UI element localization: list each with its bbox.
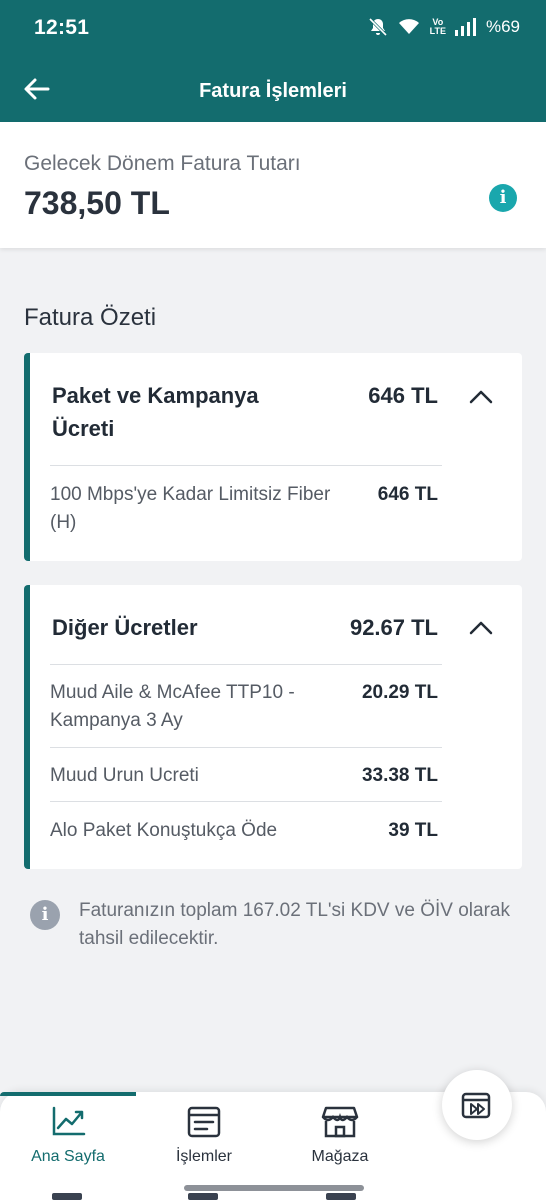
divider <box>50 664 442 665</box>
nav-home-label: Ana Sayfa <box>31 1148 105 1165</box>
media-button[interactable] <box>442 1070 512 1140</box>
app-bar: Fatura İşlemleri <box>0 60 546 122</box>
chart-trend-icon <box>52 1106 86 1136</box>
fee-item-value: 39 TL <box>388 820 438 841</box>
next-bill-amount: 738,50 TL <box>24 185 170 221</box>
fee-item-label: Muud Urun Ucreti <box>50 765 199 786</box>
fee-group-total: 92.67 TL <box>349 615 438 640</box>
next-bill-label: Gelecek Dönem Fatura Tutarı <box>24 152 301 175</box>
home-indicator[interactable] <box>184 1185 364 1191</box>
status-icons: Vo LTE %69 <box>368 17 520 37</box>
chevron-up-icon <box>469 390 493 404</box>
nav-transactions-label: İşlemler <box>175 1148 232 1165</box>
mute-icon <box>368 17 387 37</box>
invoice-list-icon <box>187 1106 221 1138</box>
store-icon <box>321 1106 359 1138</box>
fee-group-total: 646 TL <box>368 383 438 408</box>
nav-transactions[interactable]: İşlemler <box>136 1104 272 1166</box>
status-time: 12:51 <box>34 16 90 39</box>
page-title: Fatura İşlemleri <box>199 80 347 102</box>
next-bill-card: Gelecek Dönem Fatura Tutarı 738,50 TL i <box>0 122 546 248</box>
fee-item-label: 100 Mbps'ye Kadar Limitsiz Fiber (H) <box>50 484 331 533</box>
fee-group-package: Paket ve Kampanya Ücreti 646 TL 100 Mbps… <box>24 353 522 561</box>
tax-notice-text: Faturanızın toplam 167.02 TL'si KDV ve Ö… <box>79 900 510 949</box>
nav-peek <box>52 1193 82 1200</box>
chevron-up-icon <box>469 621 493 635</box>
status-bar: 12:51 Vo LTE %69 <box>0 0 546 60</box>
fee-group-title: Diğer Ücretler <box>52 615 198 640</box>
nav-store-label: Mağaza <box>311 1148 369 1165</box>
info-icon[interactable]: i <box>489 184 517 212</box>
divider <box>50 465 442 466</box>
nav-peek <box>188 1193 218 1200</box>
fee-item-value: 646 TL <box>377 484 438 505</box>
fee-item-label: Alo Paket Konuştukça Öde <box>50 820 278 841</box>
wifi-icon <box>398 19 419 34</box>
fee-item-label: Muud Aile & McAfee TTP10 - Kampanya 3 Ay <box>50 682 295 731</box>
nav-home[interactable]: Ana Sayfa <box>0 1104 136 1166</box>
collapse-button[interactable] <box>468 618 494 638</box>
fee-group-other: Diğer Ücretler 92.67 TL Muud Aile & McAf… <box>24 585 522 869</box>
nav-peek <box>326 1193 356 1200</box>
active-tab-indicator <box>0 1092 136 1096</box>
volte-indicator: Vo LTE <box>429 17 446 36</box>
info-icon: i <box>30 900 60 930</box>
divider <box>50 801 442 802</box>
divider <box>50 747 442 748</box>
summary-title: Fatura Özeti <box>24 304 157 331</box>
fee-group-title: Paket ve Kampanya Ücreti <box>52 383 259 441</box>
battery-level: %69 <box>485 17 520 36</box>
collapse-button[interactable] <box>468 387 494 407</box>
nav-store[interactable]: Mağaza <box>272 1104 408 1166</box>
signal-icon <box>454 18 476 36</box>
media-forward-icon <box>461 1092 491 1119</box>
fee-item-value: 20.29 TL <box>361 682 438 703</box>
fee-item-value: 33.38 TL <box>361 765 438 786</box>
